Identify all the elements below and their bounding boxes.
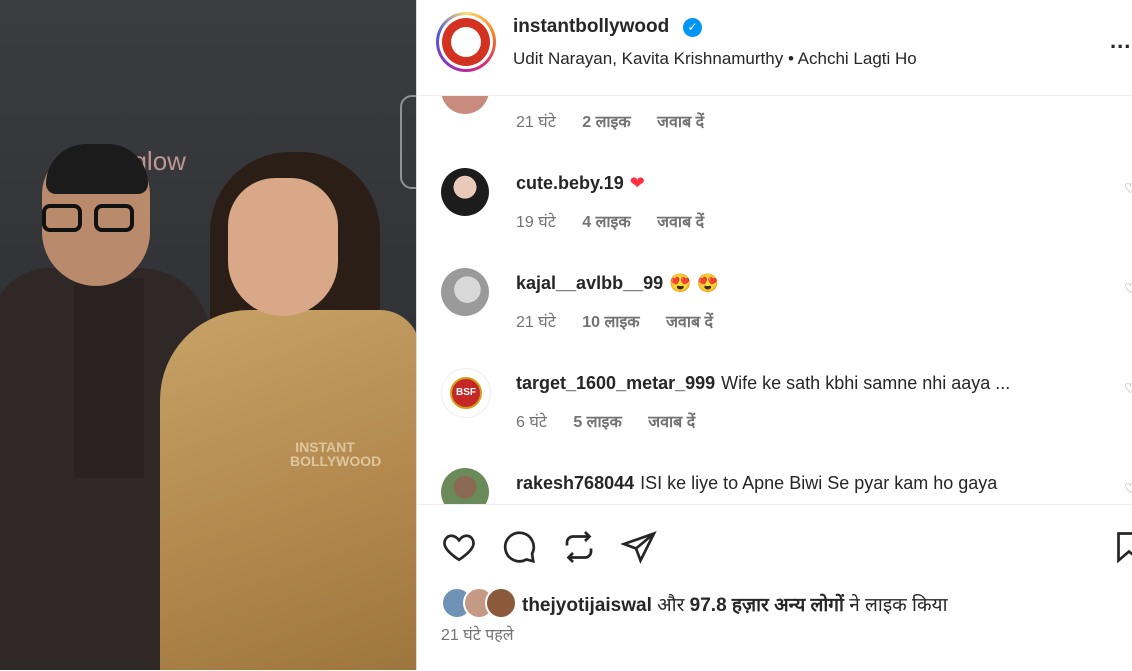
reply-button[interactable]: जवाब दें [657, 114, 704, 131]
comment-time: 19 घंटे [516, 214, 556, 231]
media-watermark: INSTANT BOLLYWOOD [290, 439, 382, 469]
save-bookmark-icon[interactable] [1111, 529, 1132, 565]
likes-suffix: ने लाइक किया [849, 595, 948, 616]
comment-time: 6 घंटे [516, 414, 547, 431]
post-header: instantbollywood ✓ Udit Narayan, Kavita … [417, 0, 1132, 96]
comment-meta: 21 घंटे 2 लाइक जवाब दें [516, 110, 726, 132]
commenter-avatar[interactable] [441, 96, 489, 114]
comment-likes[interactable]: 5 लाइक [573, 414, 621, 431]
commenter-avatar[interactable] [441, 468, 489, 504]
comment-icon[interactable] [501, 529, 537, 565]
comment-text: ISI ke liye to Apne Biwi Se pyar kam ho … [640, 473, 998, 493]
likes-and: और [657, 595, 685, 616]
like-comment-icon[interactable]: ♡ [1124, 280, 1132, 297]
like-comment-icon[interactable]: ♡ [1124, 380, 1132, 397]
likes-summary[interactable]: thejyotijaiswal और 97.8 हज़ार अन्य लोगों… [522, 591, 947, 617]
post-username[interactable]: instantbollywood [513, 16, 669, 38]
likes-count[interactable]: 97.8 हज़ार अन्य लोगों [690, 595, 844, 616]
comment-username[interactable]: rakesh768044 ISI ke liye to Apne Biwi Se … [516, 473, 997, 494]
bsf-emblem-icon: BSF [450, 377, 482, 409]
post-time-ago[interactable]: 21 घंटे पहले [441, 623, 514, 645]
commenter-avatar[interactable] [441, 268, 489, 316]
comment-text: Wife ke sath kbhi samne nhi aaya ... [721, 373, 1011, 393]
comment-meta: 19 घंटे 4 लाइक जवाब दें [516, 210, 726, 232]
comments-list[interactable]: 21 घंटे 2 लाइक जवाब दें cute.beby.19 ❤ 19… [417, 96, 1132, 504]
comment-text: ❤ [629, 173, 645, 193]
commenter-avatar[interactable] [441, 168, 489, 216]
post-actions: thejyotijaiswal और 97.8 हज़ार अन्य लोगों… [417, 504, 1132, 671]
reply-button[interactable]: जवाब दें [657, 214, 704, 231]
comment-text: 😍 😍 [669, 273, 719, 293]
reply-button[interactable]: जवाब दें [666, 314, 713, 331]
reply-button[interactable]: जवाब दें [648, 414, 695, 431]
comment-meta: 6 घंटे 5 लाइक जवाब दें [516, 410, 717, 432]
comment-meta: 21 घंटे 10 लाइक जवाब दें [516, 310, 735, 332]
like-comment-icon[interactable]: ♡ [1124, 480, 1132, 497]
woman-face [228, 178, 338, 316]
comment-username[interactable]: target_1600_metar_999 Wife ke sath kbhi s… [516, 373, 1010, 394]
more-options-icon[interactable]: ... [1110, 28, 1131, 54]
like-heart-icon[interactable] [441, 529, 477, 565]
comment-likes[interactable]: 2 लाइक [582, 114, 630, 131]
liker-username[interactable]: thejyotijaiswal [522, 595, 652, 616]
verified-badge-icon: ✓ [683, 18, 702, 37]
comment-username[interactable]: cute.beby.19 ❤ [516, 173, 645, 194]
audio-track-link[interactable]: Udit Narayan, Kavita Krishnamurthy • Ach… [513, 49, 917, 69]
comment-likes[interactable]: 10 लाइक [582, 314, 639, 331]
post-media[interactable]: nglow INSTANT BOLLYWOOD [0, 0, 416, 670]
comment-likes[interactable]: 4 लाइक [582, 214, 630, 231]
glasses [40, 204, 140, 234]
comment-time: 21 घंटे [516, 114, 556, 131]
profile-avatar[interactable] [436, 12, 496, 72]
woman-saree [160, 310, 416, 670]
liker-avatars[interactable] [441, 587, 521, 619]
man-shirt [74, 278, 144, 478]
share-icon[interactable] [621, 529, 657, 565]
repost-icon[interactable] [561, 529, 597, 565]
like-comment-icon[interactable]: ♡ [1124, 180, 1132, 197]
comment-username[interactable]: kajal__avlbb__99 😍 😍 [516, 273, 719, 294]
commenter-avatar[interactable]: BSF [441, 368, 491, 418]
backdrop-logo [400, 95, 416, 189]
instantbollywood-logo [442, 18, 490, 66]
comment-time: 21 घंटे [516, 314, 556, 331]
